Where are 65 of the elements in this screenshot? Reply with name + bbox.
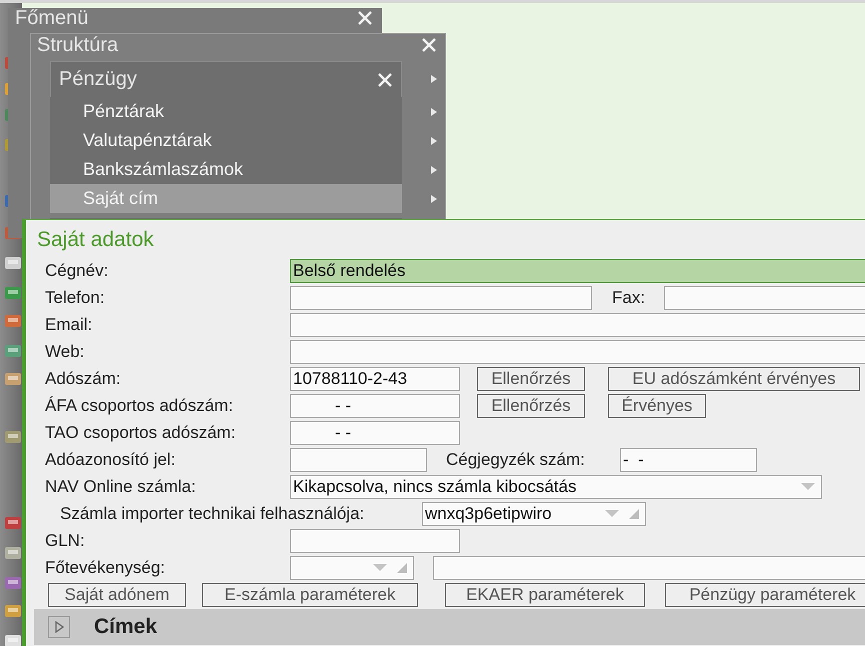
menu-item[interactable]: Pénztárak [50,97,402,126]
action-button[interactable]: Pénzügy paraméterek [665,582,865,606]
text-field[interactable]: 10788110-2-43 [290,366,460,390]
field-label: Web: [45,342,86,362]
text-field[interactable] [290,340,865,364]
menu-title: Főmenü [15,6,88,30]
field-label: ÁFA csoportos adószám: [45,396,234,416]
tile-icon[interactable] [4,343,22,359]
tile-icon[interactable] [4,255,22,271]
dropdown[interactable]: Kikapcsolva, nincs számla kibocsátás [290,474,822,498]
caret-icon [801,482,815,490]
action-button[interactable]: Ellenőrzés [477,366,585,390]
action-button[interactable]: EU adószámként érvényes [608,366,860,390]
field-label: Adószám: [45,368,122,388]
field-label: Telefon: [45,288,106,308]
dropdown[interactable] [290,556,414,580]
text-field[interactable] [290,528,460,552]
field-label: Fax: [612,288,646,308]
field-label: Cégjegyzék szám: [446,450,586,470]
menu-item[interactable]: Valutapénztárak [50,126,402,155]
action-button[interactable]: Érvényes [608,394,706,418]
close-icon[interactable] [421,37,437,53]
menu-item[interactable]: Bankszámlaszámok [50,155,402,184]
tile-icon[interactable] [4,285,22,301]
tile-icon[interactable] [4,545,22,561]
action-button[interactable]: EKAER paraméterek [445,582,645,606]
close-icon[interactable] [357,10,373,26]
tile-icon[interactable] [4,429,22,445]
expand-button[interactable] [48,616,70,638]
field-label: Cégnév: [45,260,110,280]
menu-title: Struktúra [37,34,118,56]
caret-right-icon [54,621,64,633]
text-field[interactable]: Belső rendelés [290,258,865,282]
text-field[interactable] [290,286,592,310]
field-label: NAV Online számla: [45,476,197,496]
tile-icon[interactable] [4,603,22,619]
field-label: TAO csoportos adószám: [45,422,237,442]
field-label: Email: [45,314,94,334]
close-icon[interactable] [377,72,393,88]
text-field[interactable]: - - [290,394,460,418]
field-label: Számla importer technikai felhasználója: [60,504,366,524]
menu-title: Pénzügy [59,68,137,91]
section-title: Címek [94,615,158,639]
text-field[interactable] [290,312,865,336]
field-label: GLN: [45,530,86,550]
arrow-icon [431,74,437,84]
action-button[interactable]: E-számla paraméterek [202,582,418,606]
field-label: Adóazonosító jel: [45,450,176,470]
form-title: Saját adatok [37,228,154,252]
tile-icon[interactable] [4,313,22,329]
tile-icon[interactable] [4,575,22,591]
field-label: Főtevékenység: [45,558,166,578]
text-field[interactable]: - - [620,448,757,472]
caret-icon [373,564,387,572]
dropdown[interactable]: wnxq3p6etipwiro [422,502,646,526]
tile-icon[interactable] [4,633,22,646]
text-field[interactable]: - - [290,420,460,444]
text-field[interactable] [664,286,865,310]
action-button[interactable]: Saját adónem [48,582,186,606]
caret-icon [605,510,619,518]
text-field[interactable] [290,448,427,472]
text-field[interactable] [433,556,865,580]
tile-icon[interactable] [4,515,22,531]
action-button[interactable]: Ellenőrzés [477,394,585,418]
tile-icon[interactable] [4,371,22,387]
